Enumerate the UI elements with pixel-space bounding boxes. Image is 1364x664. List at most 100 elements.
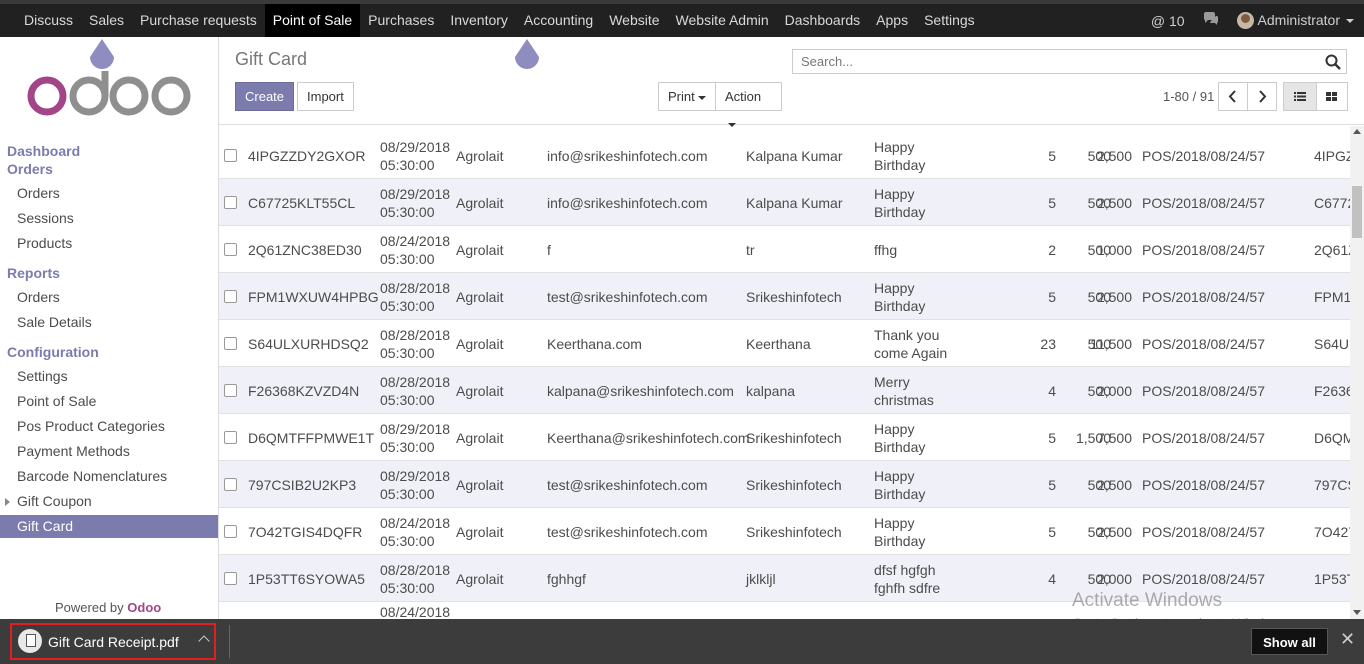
- menu-item-inventory[interactable]: Inventory: [442, 4, 516, 37]
- menu-item-discuss[interactable]: Discuss: [16, 4, 81, 37]
- table-row[interactable]: C67725KLT55CL 08/29/2018 05:30:00 Agrolait i…: [219, 179, 1350, 226]
- search-icon[interactable]: [1325, 54, 1341, 70]
- cell-code2: 2Q61Z: [1314, 241, 1350, 258]
- table-row[interactable]: S64ULXURHDSQ2 08/28/2018 05:30:00 Agrolait K…: [219, 320, 1350, 367]
- table-row[interactable]: D6QMTFFPMWE1T 08/29/2018 05:30:00 Agrolait K…: [219, 414, 1350, 461]
- main-menu: Discuss Sales Purchase requests Point of Sa…: [16, 4, 983, 37]
- close-icon[interactable]: ✕: [1340, 630, 1355, 648]
- cell-name: Srikeshinfotech: [746, 476, 842, 493]
- scroll-up-icon[interactable]: [1353, 129, 1361, 134]
- row-checkbox[interactable]: [224, 337, 237, 350]
- sidebar-item-pos-product-categories[interactable]: Pos Product Categories: [17, 418, 165, 434]
- cell-message: Happy Birthday: [874, 138, 926, 173]
- row-checkbox[interactable]: [224, 196, 237, 209]
- list-view-button[interactable]: [1283, 82, 1317, 111]
- sidebar-head-configuration[interactable]: Configuration: [7, 344, 99, 360]
- menu-item-purchases[interactable]: Purchases: [360, 4, 442, 37]
- table-row[interactable]: 7O42TGIS4DQFR 08/24/2018 05:30:00 Agrolait t…: [219, 508, 1350, 555]
- avatar: [1236, 12, 1254, 30]
- user-menu[interactable]: Administrator: [1236, 12, 1354, 30]
- row-checkbox[interactable]: [224, 149, 237, 162]
- cell-date: 08/28/2018 05:30:00: [380, 367, 455, 414]
- odoo-logo: [27, 71, 191, 116]
- pager-previous-button[interactable]: [1218, 82, 1248, 111]
- pager-value[interactable]: 1-80 / 91: [1163, 89, 1214, 104]
- table-row[interactable]: 797CSIB2U2KP3 08/29/2018 05:30:00 Agrolait t…: [219, 461, 1350, 508]
- table-row[interactable]: F26368KZVZD4N 08/28/2018 05:30:00 Agrolait k…: [219, 367, 1350, 414]
- cell-name: kalpana: [746, 382, 796, 399]
- sidebar-head-orders[interactable]: Orders: [7, 161, 53, 177]
- sidebar-item-payment-methods[interactable]: Payment Methods: [17, 443, 130, 459]
- sidebar-item-sale-details[interactable]: Sale Details: [17, 314, 92, 330]
- cell-ref: POS/2018/08/24/57: [1142, 147, 1265, 164]
- chevron-up-icon[interactable]: [198, 635, 210, 647]
- cell-ref: POS/2018/08/24/57: [1142, 382, 1265, 399]
- cell-code2: FPM1: [1314, 288, 1350, 305]
- menu-item-settings[interactable]: Settings: [916, 4, 983, 37]
- cell-message: ffhg: [874, 241, 898, 258]
- row-checkbox[interactable]: [224, 290, 237, 303]
- cell-qty: 5: [1048, 429, 1056, 446]
- powered-by[interactable]: Powered by Odoo: [55, 600, 161, 615]
- cell-company: Agrolait: [456, 523, 504, 540]
- cell-company: Agrolait: [456, 429, 504, 446]
- pdf-file-icon: [18, 629, 42, 653]
- chevron-down-icon: [697, 95, 706, 100]
- search-placeholder: Search...: [801, 54, 854, 69]
- scroll-down-icon[interactable]: [1353, 610, 1361, 615]
- action-dropdown[interactable]: Action: [715, 82, 782, 127]
- cell-company: Agrolait: [456, 241, 504, 258]
- pager-next-button[interactable]: [1247, 82, 1277, 111]
- scrollbar-thumb[interactable]: [1352, 186, 1362, 238]
- gift-card-list: 4IPGZZDY2GXOR 08/29/2018 05:30:00 Agrolait i…: [219, 126, 1350, 619]
- sidebar-item-point-of-sale[interactable]: Point of Sale: [17, 393, 96, 409]
- menu-item-purchase-requests[interactable]: Purchase requests: [132, 4, 265, 37]
- row-checkbox[interactable]: [224, 243, 237, 256]
- sidebar-item-barcode-nomenclatures[interactable]: Barcode Nomenclatures: [17, 468, 167, 484]
- cell-code: C67725KLT55CL: [248, 194, 356, 211]
- sidebar-item-sessions[interactable]: Sessions: [17, 210, 74, 226]
- row-checkbox[interactable]: [224, 478, 237, 491]
- menu-item-accounting[interactable]: Accounting: [516, 4, 601, 37]
- vertical-scrollbar[interactable]: [1350, 126, 1364, 619]
- cell-company: Agrolait: [456, 335, 504, 352]
- create-button[interactable]: Create: [235, 82, 295, 111]
- menu-item-sales[interactable]: Sales: [81, 4, 132, 37]
- sidebar-item-report-orders[interactable]: Orders: [17, 289, 60, 305]
- menu-item-point-of-sale[interactable]: Point of Sale: [264, 4, 361, 37]
- import-button[interactable]: Import: [297, 82, 354, 111]
- sidebar-item-products[interactable]: Products: [17, 235, 72, 251]
- download-item[interactable]: Gift Card Receipt.pdf: [10, 623, 216, 660]
- menu-item-website[interactable]: Website: [601, 4, 667, 37]
- chevron-left-icon: [1228, 90, 1236, 103]
- row-checkbox[interactable]: [224, 384, 237, 397]
- menu-item-apps[interactable]: Apps: [868, 4, 916, 37]
- sidebar-head-reports[interactable]: Reports: [7, 265, 60, 281]
- table-row[interactable]: FPM1WXUW4HPBG 08/28/2018 05:30:00 Agrolait t…: [219, 273, 1350, 320]
- sidebar-item-gift-card[interactable]: Gift Card: [0, 515, 218, 538]
- table-row[interactable]: 2Q61ZNC38ED30 08/24/2018 05:30:00 Agrolait f…: [219, 226, 1350, 273]
- sidebar-item-orders[interactable]: Orders: [17, 185, 60, 201]
- row-checkbox[interactable]: [224, 572, 237, 585]
- caret-right-icon[interactable]: [5, 498, 10, 506]
- kanban-view-button[interactable]: [1316, 82, 1348, 111]
- sidebar-head-dashboard[interactable]: Dashboard: [7, 143, 80, 159]
- menu-item-website-admin[interactable]: Website Admin: [668, 4, 777, 37]
- show-all-button[interactable]: Show all: [1251, 628, 1328, 655]
- table-row[interactable]: 4IPGZZDY2GXOR 08/29/2018 05:30:00 Agrolait i…: [219, 132, 1350, 179]
- mentions-counter[interactable]: @ 10: [1151, 13, 1185, 29]
- cell-qty: 23: [1040, 335, 1056, 352]
- chat-icon[interactable]: [1203, 12, 1219, 29]
- menu-item-dashboards[interactable]: Dashboards: [777, 4, 869, 37]
- cell-code2: D6QM: [1314, 429, 1350, 446]
- sidebar-item-gift-coupon[interactable]: Gift Coupon: [17, 493, 92, 509]
- sidebar-item-settings[interactable]: Settings: [17, 368, 68, 384]
- print-dropdown[interactable]: Print: [658, 82, 716, 111]
- cell-name: [746, 602, 866, 619]
- top-menu-bar: Discuss Sales Purchase requests Point of Sa…: [0, 0, 1364, 37]
- row-checkbox[interactable]: [224, 431, 237, 444]
- search-input[interactable]: Search...: [792, 49, 1347, 74]
- drop-decoration-icon: [515, 39, 539, 69]
- row-checkbox[interactable]: [224, 525, 237, 538]
- cell-time-value: 05:30:00: [380, 485, 435, 502]
